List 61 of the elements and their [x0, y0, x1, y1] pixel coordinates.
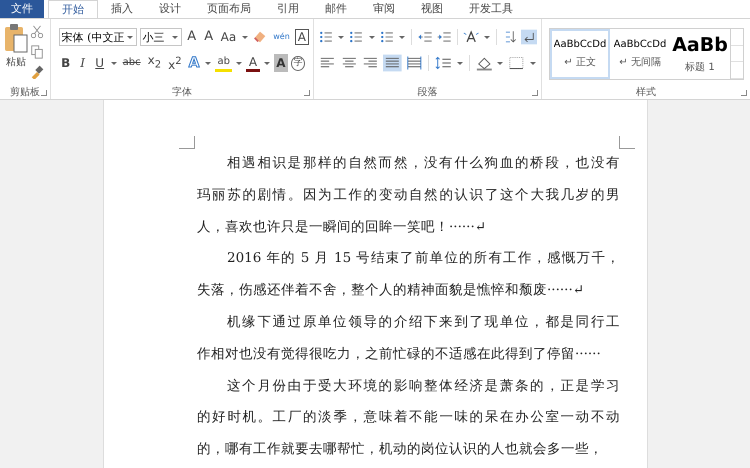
character-shading-button[interactable]: A [274, 54, 288, 72]
text-line: 的好时机。工厂的淡季，意味着不能一味的呆在办公室一动不动 [197, 408, 620, 428]
shrink-font-button[interactable]: A [202, 28, 216, 46]
ribbon-tab[interactable]: 页面布局 [194, 0, 264, 18]
dialog-launcher-icon[interactable] [40, 90, 47, 96]
font-size-field[interactable]: 小三 [140, 28, 182, 46]
font-name-field[interactable]: 宋体 (中文正 [58, 28, 137, 46]
borders-icon[interactable] [507, 54, 526, 72]
file-tab[interactable]: 文件 [0, 0, 44, 18]
text-line: 失落，伤感还伴着不舍，整个人的精神面貌是憔悴和颓废······↵ [197, 281, 586, 300]
format-painter-icon[interactable] [30, 65, 44, 79]
line-spacing-icon[interactable] [434, 54, 453, 72]
dialog-launcher-icon[interactable] [741, 90, 747, 96]
ribbon-tab[interactable]: 插入 [98, 0, 146, 18]
dialog-launcher-icon[interactable] [304, 90, 310, 96]
paste-button[interactable]: 粘贴 [4, 23, 28, 85]
text-effect-button[interactable]: A [186, 54, 202, 72]
bold-button[interactable]: B [58, 54, 73, 72]
ribbon-tab[interactable]: 引用 [264, 0, 312, 18]
paragraph-mark-icon[interactable] [520, 28, 537, 46]
text-line: 这个月份由于受大环境的影响整体经济是萧条的，正是学习 [226, 376, 620, 396]
ribbon-tab[interactable]: 开发工具 [456, 0, 526, 18]
corner-mark [619, 136, 635, 149]
ribbon-tab[interactable]: 视图 [408, 0, 456, 18]
ribbon-tab[interactable]: 审阅 [360, 0, 408, 18]
style-item[interactable]: AaBb 标题 1 [670, 29, 730, 79]
copy-icon[interactable] [30, 45, 44, 59]
ribbon-tab[interactable]: 设计 [146, 0, 194, 18]
ribbon-tab[interactable]: 邮件 [312, 0, 360, 18]
phonetic-guide-button[interactable]: wén [271, 28, 292, 46]
text-line: 人，喜欢也许只是一瞬间的回眸一笑吧！······↵ [197, 218, 488, 237]
ribbon-tab[interactable]: 开始 [48, 0, 98, 18]
group-label: 字体 [172, 87, 192, 98]
justify-icon[interactable] [382, 54, 402, 72]
text-line: 相遇相识是那样的自然而然，没有什么狗血的桥段，也没有 [226, 154, 620, 173]
font-color-button[interactable]: A [246, 54, 260, 72]
script-button[interactable]: x$^{2}$ [166, 52, 184, 74]
change-case-button[interactable]: Aa [218, 28, 238, 46]
highlight-button[interactable]: ab [215, 54, 232, 72]
group-label: 段落 [418, 87, 438, 98]
underline-button[interactable]: U [92, 54, 107, 72]
strikethrough-button[interactable]: abc [120, 54, 143, 72]
script-button[interactable]: x$_{2}$ [146, 51, 164, 75]
text-line: 的，哪有工作就要去哪帮忙，机动的岗位认识的人也就会多一些， [197, 440, 604, 460]
clipboard-icon [4, 23, 28, 53]
text-line: 2016 年的 5 月 15 号结束了前单位的所有工作，感慨万千， [226, 249, 620, 268]
text-line: 作相对也没有觉得很吃力，之前忙碌的不适感在此得到了停留······ [197, 344, 602, 364]
group-label: 剪贴板 [10, 87, 40, 98]
distributed-icon[interactable] [404, 54, 424, 72]
scissors-icon[interactable] [30, 25, 44, 39]
text-line: 机缘下通过原单位领导的介绍下来到了现单位，都是同行工 [226, 312, 620, 332]
grow-font-button[interactable]: A [184, 28, 199, 46]
group-label: 样式 [636, 87, 656, 98]
style-item[interactable]: AaBbCcDd ↵ 正文 [550, 29, 610, 79]
dialog-launcher-icon[interactable] [532, 90, 538, 96]
enclose-character-button[interactable]: 字 [290, 56, 305, 70]
character-border-button[interactable]: A [294, 29, 309, 45]
italic-button[interactable]: I [76, 54, 90, 72]
text-line: 玛丽苏的剧情。因为工作的变动自然的认识了这个大我几岁的男 [197, 186, 620, 205]
corner-mark [179, 136, 195, 149]
style-item[interactable]: AaBbCcDd ↵ 无间隔 [610, 29, 670, 79]
